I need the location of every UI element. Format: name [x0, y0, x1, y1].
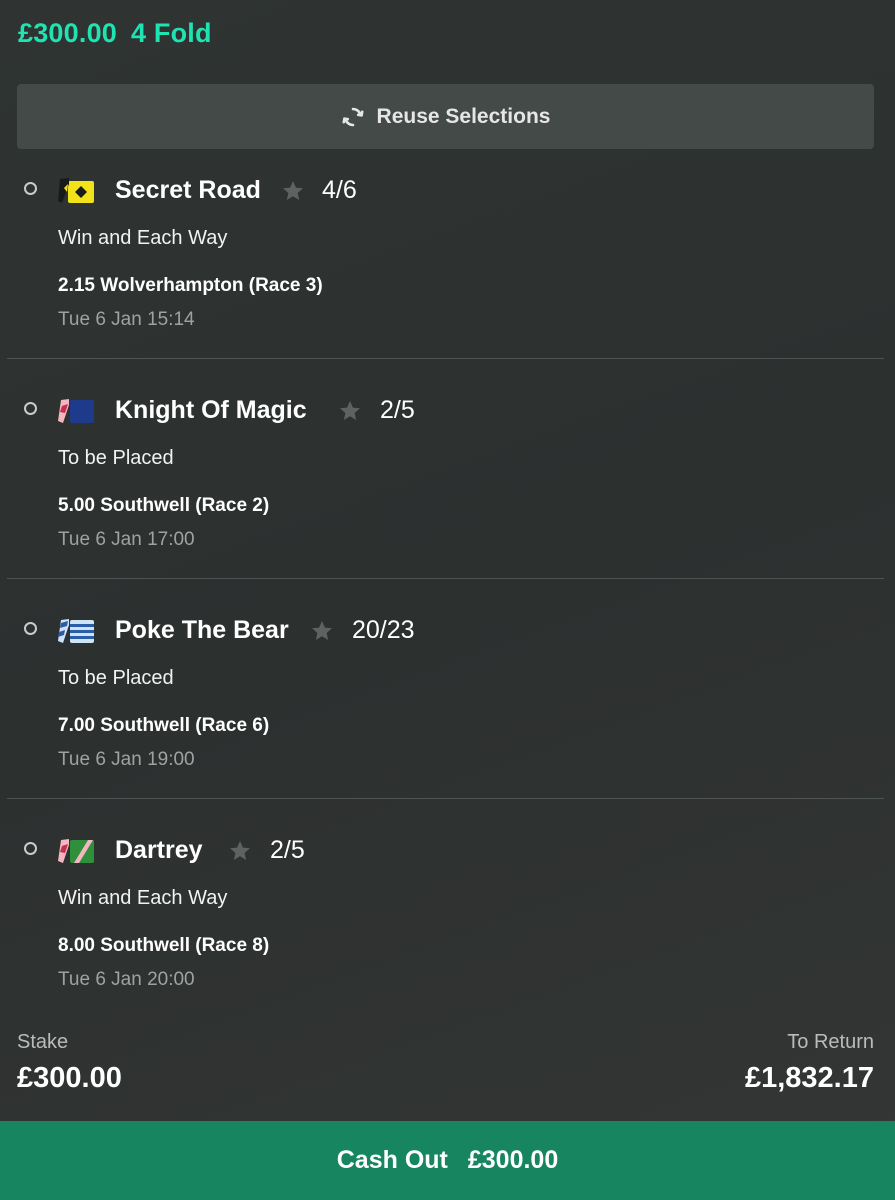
stake-label: Stake: [17, 1031, 69, 1053]
event-name: 8.00 Southwell (Race 8): [58, 935, 270, 956]
market-name: To be Placed: [58, 667, 174, 689]
favourite-star-icon[interactable]: [310, 619, 334, 643]
cash-out-amount: £300.00: [467, 1146, 559, 1174]
market-name: Win and Each Way: [58, 887, 228, 909]
selection-odds: 20/23: [352, 616, 415, 644]
selection-odds: 2/5: [380, 396, 415, 424]
bet-stake: £300.00: [18, 18, 117, 48]
jockey-silk-icon: [58, 839, 94, 863]
selection-status-dot: [24, 402, 37, 415]
horse-name: Poke The Bear: [115, 616, 289, 644]
selection-status-dot: [24, 622, 37, 635]
stake-value: £300.00: [17, 1062, 122, 1094]
favourite-star-icon[interactable]: [281, 179, 305, 203]
bet-header: £300.00 4 Fold: [18, 18, 226, 49]
jockey-silk-icon: [58, 619, 94, 643]
selection-status-dot: [24, 842, 37, 855]
cash-out-label: Cash Out: [336, 1146, 448, 1174]
event-name: 7.00 Southwell (Race 6): [58, 715, 270, 736]
selection-item: Secret Road 4/6 Win and Each Way 2.15 Wo…: [0, 140, 895, 360]
event-time: Tue 6 Jan 19:00: [58, 749, 195, 770]
selection-item: Poke The Bear 20/23 To be Placed 7.00 So…: [0, 580, 895, 800]
event-name: 5.00 Southwell (Race 2): [58, 495, 270, 516]
divider: [7, 358, 884, 359]
favourite-star-icon[interactable]: [338, 399, 362, 423]
selection-odds: 2/5: [270, 836, 305, 864]
event-name: 2.15 Wolverhampton (Race 3): [58, 275, 323, 296]
favourite-star-icon[interactable]: [228, 839, 252, 863]
horse-name: Secret Road: [115, 176, 261, 204]
refresh-icon: [342, 107, 364, 126]
bet-type: 4 Fold: [131, 18, 212, 48]
to-return-label: To Return: [787, 1031, 874, 1053]
divider: [7, 798, 884, 799]
to-return-value: £1,832.17: [744, 1062, 874, 1094]
jockey-silk-icon: [58, 178, 94, 203]
event-time: Tue 6 Jan 17:00: [58, 529, 195, 550]
market-name: To be Placed: [58, 447, 174, 469]
horse-name: Dartrey: [115, 836, 203, 864]
selection-status-dot: [24, 182, 37, 195]
selection-item: Dartrey 2/5 Win and Each Way 8.00 Southw…: [0, 800, 895, 1020]
market-name: Win and Each Way: [58, 227, 228, 249]
event-time: Tue 6 Jan 15:14: [58, 309, 195, 330]
cash-out-button[interactable]: Cash Out £300.00: [0, 1121, 895, 1200]
horse-name: Knight Of Magic: [115, 396, 307, 424]
selection-odds: 4/6: [322, 176, 357, 204]
divider: [7, 578, 884, 579]
selection-item: Knight Of Magic 2/5 To be Placed 5.00 So…: [0, 360, 895, 580]
jockey-silk-icon: [58, 399, 94, 423]
reuse-selections-label: Reuse Selections: [376, 104, 551, 128]
event-time: Tue 6 Jan 20:00: [58, 969, 195, 990]
